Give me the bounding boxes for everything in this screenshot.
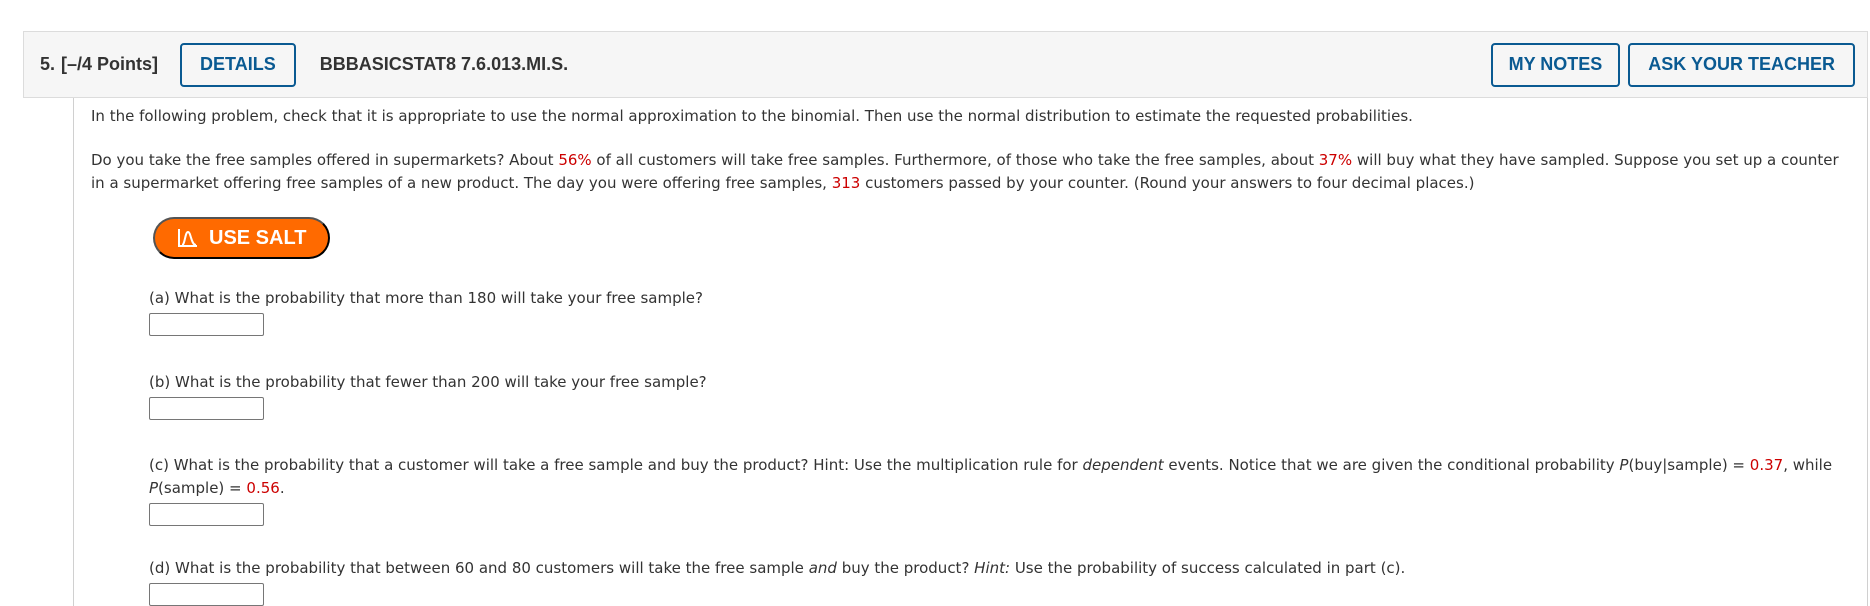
part-d-text-3: Use the probability of success calculate…: [1010, 559, 1406, 577]
problem-text-2: of all customers will take free samples.…: [591, 151, 1319, 169]
part-d-hint-label: Hint:: [974, 559, 1011, 577]
ask-your-teacher-button[interactable]: ASK YOUR TEACHER: [1628, 42, 1855, 87]
question-number: 5.: [40, 54, 56, 74]
use-salt-label: USE SALT: [209, 226, 307, 249]
sample-percent-value: 56%: [558, 151, 592, 169]
part-d-text-1: (d) What is the probability that between…: [149, 559, 809, 577]
part-a-answer-input[interactable]: [149, 313, 264, 336]
part-c-emphasis: dependent: [1082, 456, 1164, 474]
question-header: 5. [–/4 Points] DETAILS BBBASICSTAT8 7.6…: [23, 31, 1868, 98]
conditional-prob-value: 0.37: [1749, 456, 1784, 474]
problem-text-4: customers passed by your counter. (Round…: [860, 174, 1475, 192]
intro-text: In the following problem, check that it …: [91, 107, 1413, 125]
details-button[interactable]: DETAILS: [180, 42, 296, 87]
part-c-text-3: (buy|sample) =: [1628, 456, 1750, 474]
problem-text: Do you take the free samples offered in …: [91, 149, 1847, 195]
part-c-text-5: (sample) =: [158, 479, 247, 497]
part-d-text-2: buy the product?: [836, 559, 975, 577]
part-a-question: (a) What is the probability that more th…: [149, 289, 703, 307]
part-b: (b) What is the probability that fewer t…: [91, 371, 1847, 420]
salt-container: USE SALT: [91, 217, 1847, 259]
question-body: In the following problem, check that it …: [73, 98, 1868, 606]
part-c-text-1: (c) What is the probability that a custo…: [149, 456, 1083, 474]
part-c-question: (c) What is the probability that a custo…: [149, 454, 1847, 500]
part-d-emphasis: and: [808, 559, 837, 577]
sample-prob-value: 0.56: [246, 479, 280, 497]
part-a: (a) What is the probability that more th…: [91, 287, 1847, 336]
part-c-text-4: , while: [1783, 456, 1833, 474]
question-code: BBBASICSTAT8 7.6.013.MI.S.: [319, 54, 569, 74]
question-5: 5. [–/4 Points] DETAILS BBBASICSTAT8 7.6…: [23, 31, 1868, 606]
part-c-prob-symbol-2: P: [149, 479, 159, 497]
part-d: (d) What is the probability that between…: [91, 557, 1847, 606]
part-c-answer-input[interactable]: [149, 503, 264, 526]
salt-distribution-icon: [178, 229, 197, 247]
part-b-question: (b) What is the probability that fewer t…: [149, 373, 707, 391]
my-notes-button[interactable]: MY NOTES: [1490, 42, 1621, 87]
part-c-text-2: events. Notice that we are given the con…: [1163, 456, 1620, 474]
question-points: [–/4 Points]: [61, 54, 159, 74]
customers-count-value: 313: [831, 174, 861, 192]
part-b-answer-input[interactable]: [149, 397, 264, 420]
use-salt-button[interactable]: USE SALT: [153, 217, 331, 259]
part-d-answer-input[interactable]: [149, 583, 264, 606]
part-c: (c) What is the probability that a custo…: [91, 454, 1847, 526]
problem-text-1: Do you take the free samples offered in …: [91, 151, 559, 169]
part-c-text-6: .: [279, 479, 285, 497]
part-d-question: (d) What is the probability that between…: [149, 557, 1847, 580]
buy-percent-value: 37%: [1318, 151, 1353, 169]
